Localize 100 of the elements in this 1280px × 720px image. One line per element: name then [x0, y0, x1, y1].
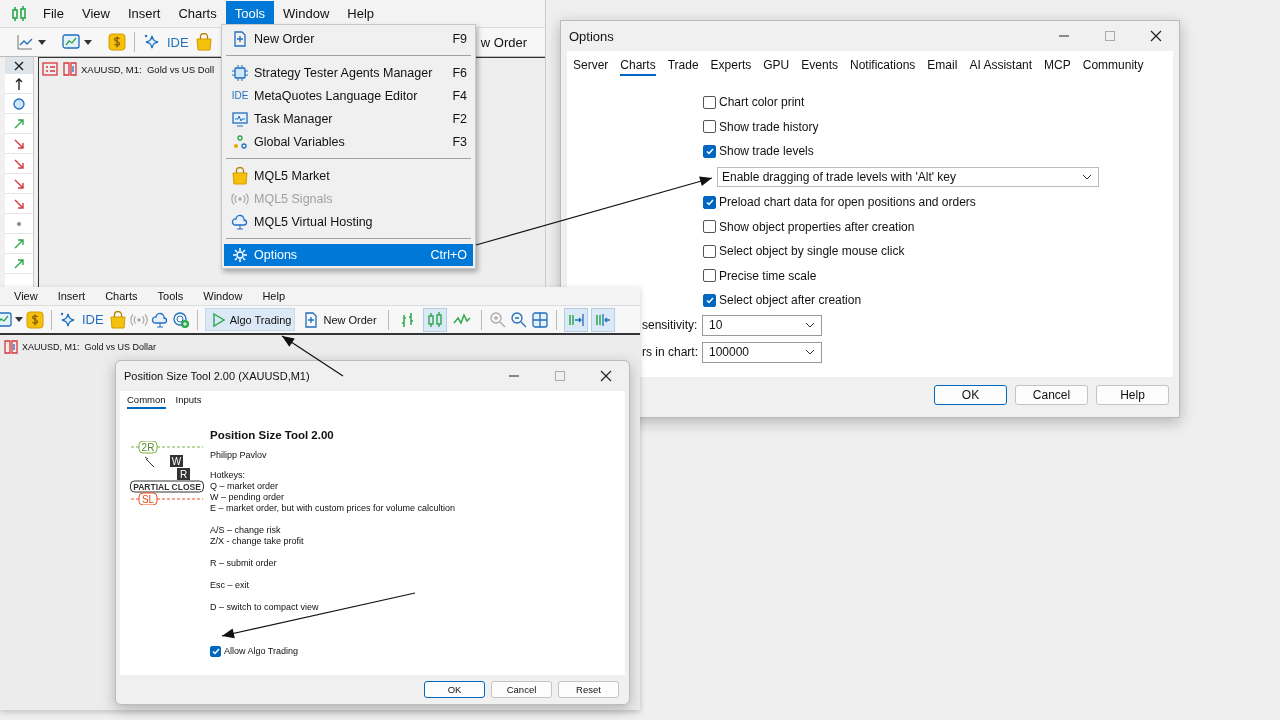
tab[interactable]: Charts — [620, 58, 656, 76]
menu-item[interactable]: Insert — [47, 288, 96, 304]
hotkey-line: Esc – exit — [210, 580, 250, 591]
dialog-button[interactable]: OK — [424, 681, 485, 698]
menu-item[interactable]: Help — [338, 1, 384, 26]
tab[interactable]: Common — [127, 394, 166, 409]
menu-item[interactable]: Tools — [147, 288, 194, 304]
ide-button[interactable]: IDE — [80, 312, 106, 327]
checkbox-label: Show trade history — [719, 119, 819, 134]
dialog-button[interactable]: Reset — [558, 681, 619, 698]
checkbox[interactable] — [703, 195, 716, 209]
zoom-out-icon — [509, 310, 528, 329]
list-icon — [41, 60, 59, 78]
tab[interactable]: MCP — [1044, 58, 1071, 76]
auto-scroll-button[interactable] — [590, 307, 615, 332]
dialog-button[interactable]: Help — [1096, 385, 1169, 405]
candlestick-button[interactable] — [422, 307, 447, 332]
tab[interactable]: Notifications — [850, 58, 916, 76]
dropdown[interactable]: 10 — [702, 314, 822, 336]
maximize-icon — [555, 371, 565, 381]
dots-icon — [231, 132, 249, 151]
menu-item[interactable]: Options Ctrl+O — [224, 244, 473, 266]
hotkey-line: Hotkeys: — [210, 470, 246, 481]
menu-item[interactable]: MQL5 Virtual Hosting — [224, 210, 473, 233]
hotkey-line: D – switch to compact view — [210, 602, 320, 613]
menu-item[interactable]: View — [72, 1, 119, 26]
menu-item[interactable]: Strategy Tester Agents Manager F6 — [224, 61, 473, 84]
tab[interactable]: Experts — [710, 58, 752, 76]
tab[interactable]: Community — [1082, 58, 1144, 76]
ide-button[interactable]: IDE — [165, 34, 191, 50]
candles-icon — [425, 310, 444, 329]
checkbox-label: Select object by single mouse click — [719, 244, 905, 258]
menu-item[interactable]: Global Variables F3 — [224, 130, 473, 153]
menu-item[interactable]: Window — [274, 1, 339, 26]
dialog-button[interactable]: Cancel — [491, 681, 552, 698]
checkbox[interactable] — [703, 269, 716, 282]
new-order-button[interactable]: New Order — [298, 308, 381, 331]
chart-window-icon — [0, 310, 12, 329]
app-logo-icon — [10, 4, 28, 23]
tab[interactable]: Inputs — [175, 394, 202, 409]
tab[interactable]: GPU — [763, 58, 790, 76]
dot-icon[interactable] — [17, 221, 21, 226]
ide-label: IDE — [231, 90, 249, 101]
new-order-button[interactable]: w Order — [480, 34, 527, 50]
chevron-down-icon — [805, 322, 815, 328]
bag-icon — [194, 33, 213, 51]
hotkey-line: R – submit order — [210, 558, 278, 569]
checkbox-label: Chart color print — [719, 95, 805, 109]
checkbox[interactable] — [703, 120, 716, 133]
caret-icon[interactable] — [38, 39, 46, 45]
menu-item[interactable]: IDE MetaQuotes Language Editor F4 — [224, 84, 473, 107]
algo-trading-button[interactable]: Algo Trading — [204, 308, 296, 331]
menu-item[interactable]: New Order F9 — [224, 27, 473, 50]
dropdown[interactable]: 100000 — [702, 341, 822, 363]
tab[interactable]: Events — [801, 58, 838, 76]
menu-item[interactable]: Charts — [95, 288, 148, 304]
checkbox[interactable] — [703, 95, 716, 109]
checkbox[interactable] — [703, 293, 716, 307]
chart-icon — [61, 60, 79, 78]
minimize-icon — [509, 375, 519, 377]
tab[interactable]: Email — [927, 58, 958, 76]
menu-item[interactable]: Insert — [118, 1, 170, 26]
checkbox-label: Allow Algo Trading — [224, 646, 299, 656]
menu-item[interactable]: Help — [252, 288, 295, 304]
chart-tab[interactable]: XAUUSD, M1: Gold vs US Dollar — [22, 342, 157, 352]
menu-item[interactable]: Tools — [225, 1, 275, 26]
menu-item[interactable]: Window — [193, 288, 253, 304]
tab[interactable]: Server — [573, 58, 609, 76]
hotkey-line: Q – market order — [210, 481, 280, 492]
checkmark-icon — [211, 647, 220, 655]
menu-item[interactable]: File — [34, 1, 73, 26]
tool-heading: Position Size Tool 2.00 — [210, 429, 335, 441]
field-label: sensitivity: — [642, 318, 699, 332]
dropdown[interactable]: Enable dragging of trade levels with 'Alt' key — [717, 166, 1099, 187]
checkmark-icon — [705, 198, 714, 206]
caret-icon[interactable] — [15, 317, 23, 322]
cloud-icon — [231, 212, 249, 231]
close-button[interactable] — [5, 57, 33, 74]
menu-item[interactable]: Task Manager F2 — [224, 107, 473, 130]
menu-item[interactable]: Charts — [169, 1, 226, 26]
tab[interactable]: Trade — [667, 58, 699, 76]
dialog-button[interactable]: Cancel — [1015, 385, 1088, 405]
checkbox[interactable] — [703, 144, 716, 158]
tab[interactable]: AI Assistant — [969, 58, 1033, 76]
monitor-icon — [231, 109, 249, 128]
checkbox[interactable] — [703, 244, 716, 258]
chart-tab[interactable]: XAUUSD, M1: Gold vs US Doll — [81, 63, 215, 75]
field-label: rs in chart: — [642, 345, 699, 359]
checkbox[interactable] — [210, 645, 221, 657]
chart-shift-button[interactable] — [563, 307, 588, 332]
checkbox[interactable] — [703, 220, 716, 233]
minimize-icon — [1059, 35, 1069, 37]
zoom-in-icon — [488, 310, 507, 329]
dollar-icon — [26, 310, 44, 329]
settings-icon — [231, 246, 249, 264]
dialog-button[interactable]: OK — [934, 385, 1007, 405]
line-chart-icon — [16, 33, 34, 51]
menu-item[interactable]: MQL5 Market — [224, 164, 473, 187]
menu-item[interactable]: View — [4, 288, 48, 304]
caret-icon[interactable] — [84, 39, 92, 45]
